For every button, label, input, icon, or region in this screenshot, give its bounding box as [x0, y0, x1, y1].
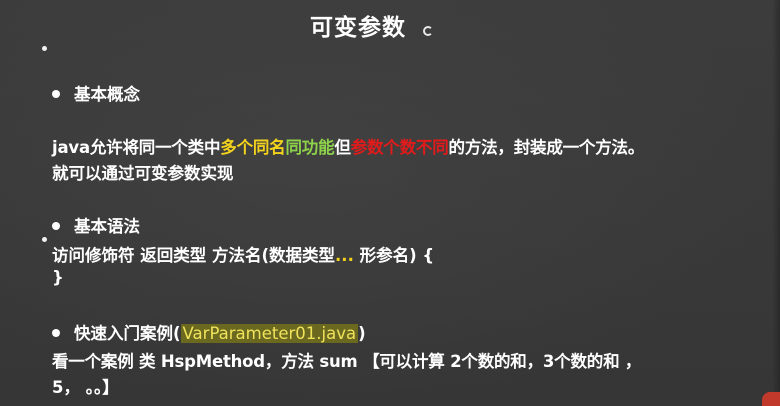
decorative-dot-middle — [42, 237, 47, 242]
concept-text-param-count: 参数个数不同 — [350, 138, 449, 157]
example-heading-row: 快速入门案例(VarParameter01.java) — [52, 320, 366, 344]
example-heading-suffix: ) — [358, 324, 366, 343]
syntax-text-a: 访问修饰符 返回类型 方法名(数据类型 — [52, 246, 336, 265]
bullet-icon — [52, 221, 60, 230]
concept-text-same-function: 同功能 — [285, 138, 335, 157]
syntax-text-b: 形参名) { — [353, 246, 435, 265]
syntax-heading: 基本语法 — [74, 217, 140, 236]
concept-text-but: 但 — [334, 138, 351, 157]
example-line-2: 5， 。。】 — [52, 378, 119, 397]
syntax-line-1: 访问修饰符 返回类型 方法名(数据类型... 形参名) { — [52, 242, 434, 266]
slide-title: 可变参数 — [310, 15, 406, 41]
example-file-name: VarParameter01.java — [180, 324, 359, 343]
syntax-heading-row: 基本语法 — [52, 213, 140, 237]
decorative-dot-top — [42, 46, 47, 51]
example-heading-prefix: 快速入门案例( — [74, 324, 181, 343]
right-edge-shade — [772, 0, 780, 406]
mouse-cursor-icon — [423, 26, 433, 36]
bullet-icon — [52, 89, 60, 98]
syntax-line-2: } — [52, 268, 64, 287]
concept-text-same-name: 多个同名 — [220, 138, 286, 157]
corner-badge-icon[interactable] — [762, 392, 780, 406]
example-line-1: 看一个案例 类 HspMethod，方法 sum 【可以计算 2个数的和，3个数… — [52, 352, 642, 371]
syntax-ellipsis: ... — [335, 246, 354, 265]
concept-heading-row: 基本概念 — [52, 81, 140, 105]
concept-line-2: 就可以通过可变参数实现 — [52, 164, 234, 183]
concept-heading: 基本概念 — [74, 85, 140, 104]
concept-line-1: java允许将同一个类中多个同名同功能但参数个数不同的方法，封装成一个方法。 — [52, 134, 644, 158]
slide-canvas: 可变参数 基本概念 java允许将同一个类中多个同名同功能但参数个数不同的方法，… — [0, 0, 780, 406]
bullet-icon — [52, 328, 60, 337]
concept-text-a: java允许将同一个类中 — [52, 138, 221, 157]
concept-text-b: 的方法，封装成一个方法。 — [448, 138, 645, 157]
